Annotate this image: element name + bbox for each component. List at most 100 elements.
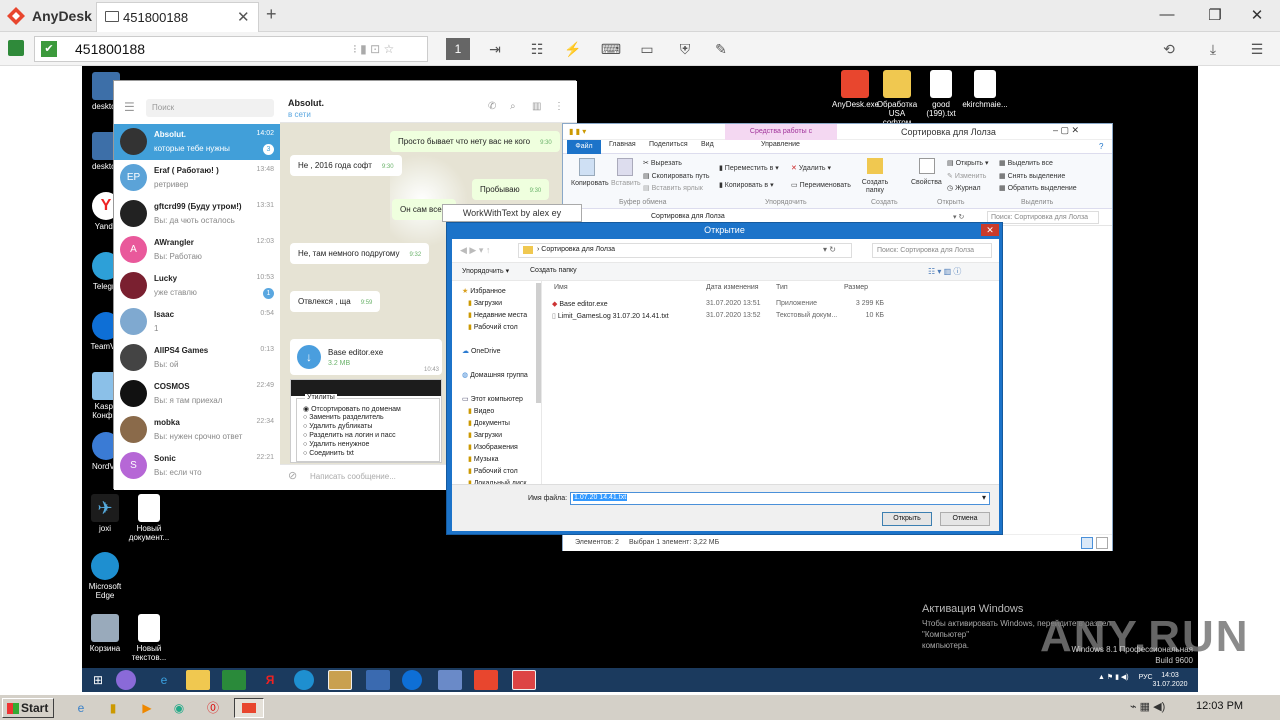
- file-row[interactable]: ◆ Base editor.exe 31.07.2020 13:51 Приложе…: [548, 298, 888, 310]
- select-none-button[interactable]: ▦ Снять выделение: [999, 172, 1065, 180]
- address-bar[interactable]: ✔ 451800188 ⁝ ▮ ⊡ ☆: [34, 36, 428, 62]
- local-clock[interactable]: 12:03 PM: [1196, 700, 1243, 712]
- tree-item[interactable]: ▮ Загрузки: [468, 431, 534, 439]
- details-view-icon[interactable]: [1081, 537, 1093, 549]
- chat-item[interactable]: EP Eraf ( Работаю! ) ретривер 13:48: [114, 160, 280, 196]
- sidebar-icon[interactable]: ▥: [532, 101, 541, 112]
- tree-item[interactable]: ▭ Этот компьютер: [462, 395, 534, 403]
- open-file-dialog[interactable]: Открытие ✕ ◀ ▶ ▾ ↑ › Сортировка для Лолз…: [446, 222, 1003, 535]
- explorer-search-input[interactable]: Поиск: Сортировка для Лолза: [987, 211, 1099, 224]
- dialog-address-bar[interactable]: › Сортировка для Лолза ▾ ↻: [518, 243, 852, 258]
- utility-radio[interactable]: ○ Заменить разделитель: [303, 414, 384, 421]
- message-bubble[interactable]: Не , 2016 года софт 9:30: [290, 155, 402, 176]
- col-date[interactable]: Дата изменения: [706, 284, 759, 291]
- chat-item[interactable]: A AWrangler Вы: Работаю 12:03: [114, 232, 280, 268]
- tree-item[interactable]: ▮ Загрузки: [468, 299, 534, 307]
- new-document-icon[interactable]: Новый документ...: [126, 494, 172, 542]
- explorer-path[interactable]: Сортировка для Лолза: [651, 213, 725, 220]
- chat-icon[interactable]: ☷: [526, 38, 548, 60]
- search-input[interactable]: Поиск: [146, 99, 274, 117]
- select-all-button[interactable]: ▦ Выделить все: [999, 159, 1053, 167]
- file-message[interactable]: ↓ Base editor.exe 3.2 MB 10:43: [290, 339, 442, 375]
- col-size[interactable]: Размер: [844, 284, 868, 291]
- nordvpn-taskbar-icon[interactable]: [366, 670, 390, 690]
- paste-button[interactable]: Вставить: [611, 180, 641, 187]
- view-icons[interactable]: ☷ ▾ ▥ ⓘ: [928, 266, 961, 277]
- message-bubble[interactable]: Не, там немного подругому 9:32: [290, 243, 430, 264]
- app-taskbar-icon[interactable]: [438, 670, 462, 690]
- rename-button[interactable]: ▭ Переименовать: [791, 181, 851, 189]
- cut-button[interactable]: ✂ Вырезать: [643, 159, 682, 167]
- folder-quicklaunch-icon[interactable]: ▮: [102, 698, 124, 718]
- windows-start-icon[interactable]: ⊞: [86, 670, 110, 690]
- chat-item[interactable]: Absolut. которые тебе нужны 14:02 3: [114, 124, 280, 160]
- tree-item[interactable]: ☁ OneDrive: [462, 347, 534, 355]
- local-tray-icons[interactable]: ⌁ ▦ ◀): [1130, 700, 1165, 713]
- tree-item[interactable]: ▮ Рабочий стол: [468, 323, 534, 331]
- tree-item[interactable]: ▮ Недавние места: [468, 311, 534, 319]
- delete-button[interactable]: ✕ Удалить ▾: [791, 164, 831, 172]
- col-type[interactable]: Тип: [776, 284, 788, 291]
- copy-path-button[interactable]: ▤ Скопировать путь: [643, 172, 709, 180]
- tab-manage[interactable]: Управление: [761, 141, 800, 148]
- quick-access-icons[interactable]: ▮ ▮ ▾: [569, 127, 586, 136]
- ie-quicklaunch-icon[interactable]: e: [70, 698, 92, 718]
- session-tab[interactable]: 451800188 ✕: [96, 2, 259, 32]
- explorer-taskbar-icon[interactable]: [186, 670, 210, 690]
- permissions-icon[interactable]: ⛨: [674, 38, 696, 60]
- menu-icon[interactable]: ☰: [1246, 38, 1268, 60]
- file-row[interactable]: ▯ Limit_GamesLog 31.07.20 14.41.txt 31.07…: [548, 310, 888, 322]
- tree-scrollbar[interactable]: [536, 283, 541, 403]
- display-icon[interactable]: ▭: [636, 38, 658, 60]
- message-bubble[interactable]: Просто бывает что нету вас не кого 9:30: [390, 131, 560, 152]
- dialog-close-button[interactable]: ✕: [981, 224, 999, 236]
- attach-icon[interactable]: ⊘: [288, 469, 297, 482]
- edge-icon[interactable]: Microsoft Edge: [82, 552, 128, 600]
- workwithtext-window-title[interactable]: WorkWithText by alex ey: [442, 204, 582, 222]
- help-icon[interactable]: ?: [1099, 142, 1103, 151]
- message-bubble[interactable]: Отвлекся , ща 9:59: [290, 291, 381, 312]
- invert-selection-button[interactable]: ▦ Обратить выделение: [999, 184, 1077, 192]
- tree-item[interactable]: ◍ Домашняя группа: [462, 371, 534, 379]
- tree-item[interactable]: ▮ Документы: [468, 419, 534, 427]
- media-quicklaunch-icon[interactable]: ▶: [136, 698, 158, 718]
- edit-button[interactable]: ✎ Изменить: [947, 172, 986, 180]
- minimize-button[interactable]: —: [1152, 6, 1182, 23]
- new-folder-button[interactable]: Создать папку: [530, 267, 577, 274]
- open-button[interactable]: ▤ Открыть ▾: [947, 159, 989, 167]
- opera-quicklaunch-icon[interactable]: ⓪: [202, 698, 224, 718]
- telegram-taskbar-icon[interactable]: [328, 670, 352, 690]
- session-number-button[interactable]: 1: [446, 38, 470, 60]
- actions-icon[interactable]: ⚡: [562, 38, 584, 60]
- chat-item[interactable]: mobka Вы: нужен срочно ответ 22:34: [114, 412, 280, 448]
- folder-icon[interactable]: Обработка USA софтом: [874, 70, 920, 127]
- text-file-icon[interactable]: good (199).txt: [918, 70, 964, 118]
- anydesk-taskbar-icon[interactable]: [474, 670, 498, 690]
- cancel-button[interactable]: Отмена: [940, 512, 990, 526]
- remote-clock[interactable]: 14:03 31.07.2020: [1150, 671, 1190, 689]
- more-icon[interactable]: ⋮: [554, 101, 564, 112]
- yandex-browser-icon[interactable]: Я: [258, 670, 282, 690]
- utility-radio[interactable]: ○ Соединить txt: [303, 450, 354, 457]
- filename-input[interactable]: 1.07.20 14.41.txt ▾: [570, 492, 990, 505]
- message-bubble[interactable]: Пробываю 9:30: [472, 179, 550, 200]
- draw-icon[interactable]: ✎: [710, 38, 732, 60]
- new-tab-button[interactable]: +: [266, 4, 277, 25]
- keyboard-icon[interactable]: ⌨: [600, 38, 622, 60]
- app-taskbar-icon[interactable]: [512, 670, 536, 690]
- start-button[interactable]: Start: [2, 698, 54, 718]
- col-name[interactable]: Имя: [554, 284, 568, 291]
- chat-item[interactable]: gftcrd99 (Буду утром!) Вы: да чють остало…: [114, 196, 280, 232]
- download-icon[interactable]: ⤓: [1202, 38, 1224, 60]
- open-button[interactable]: Открыть: [882, 512, 932, 526]
- new-folder-button[interactable]: Создать папку: [860, 179, 890, 195]
- tab-home[interactable]: Главная: [609, 141, 636, 148]
- anydesk-task-button[interactable]: [234, 698, 264, 718]
- text-file-icon[interactable]: ekirchmaie...: [962, 70, 1008, 109]
- window-controls[interactable]: – ▢ ✕: [1053, 125, 1079, 136]
- copy-button[interactable]: Копировать: [571, 180, 609, 187]
- history-button[interactable]: ◷ Журнал: [947, 184, 981, 192]
- move-to-button[interactable]: ▮ Переместить в ▾: [719, 164, 779, 172]
- utility-radio[interactable]: ○ Удалить дубликаты: [303, 423, 372, 430]
- back-forward-icons[interactable]: ◀ ▶ ▾ ↑: [460, 245, 490, 256]
